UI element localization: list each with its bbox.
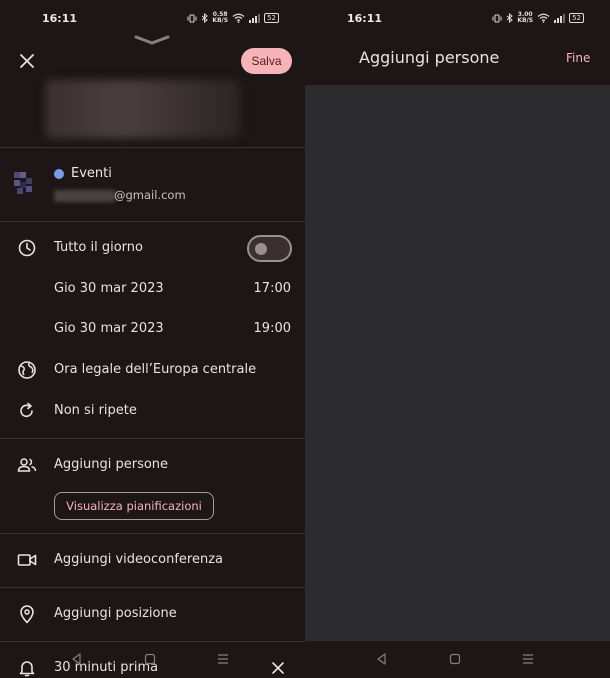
toggle-knob [255, 242, 267, 255]
battery-indicator: 52 [569, 13, 584, 23]
status-time: 16:11 [42, 12, 78, 25]
network-speed: 0.58 KB/S [212, 11, 229, 24]
divider [0, 438, 305, 439]
timezone-row[interactable]: Ora legale dell’Europa centrale [54, 362, 256, 377]
video-call-icon [17, 554, 37, 566]
save-button[interactable]: Salva [241, 48, 292, 74]
repeat-icon [20, 402, 33, 418]
recents-nav-icon[interactable] [521, 652, 535, 666]
divider [0, 587, 305, 588]
status-icons: 3.00 KB/S 52 [492, 12, 584, 24]
people-list-area[interactable] [305, 85, 610, 641]
battery-indicator: 52 [264, 13, 279, 23]
globe-icon [18, 361, 36, 379]
end-date[interactable]: Gio 30 mar 2023 [54, 321, 164, 336]
view-schedules-button[interactable]: Visualizza pianificazioni [54, 492, 214, 520]
drag-handle-icon[interactable] [134, 34, 170, 46]
calendar-name[interactable]: Eventi [71, 166, 112, 181]
people-icon [17, 458, 37, 472]
signal-icon [554, 13, 566, 23]
system-nav-bar [0, 641, 305, 678]
vibrate-icon [187, 14, 197, 22]
wifi-icon [537, 13, 550, 23]
email-blurred [54, 190, 116, 202]
add-people-title: Aggiungi persone [359, 48, 500, 67]
status-bar: 16:11 3.00 KB/S 52 [305, 0, 610, 38]
add-location-row[interactable]: Aggiungi posizione [54, 606, 177, 621]
status-time: 16:11 [347, 12, 383, 25]
add-people-row[interactable]: Aggiungi persone [54, 457, 168, 472]
clock-icon [18, 239, 36, 257]
bluetooth-icon [507, 13, 514, 23]
add-people-panel: 16:11 3.00 KB/S 52 Aggiungi persone Fine [305, 0, 610, 678]
done-button[interactable]: Fine [566, 51, 590, 65]
repeat-row[interactable]: Non si ripete [54, 403, 137, 418]
home-nav-icon[interactable] [143, 652, 157, 666]
event-title-field-blurred[interactable] [45, 80, 240, 138]
end-time[interactable]: 19:00 [254, 321, 291, 336]
divider [0, 147, 305, 148]
calendar-color-dot [54, 169, 64, 179]
all-day-toggle[interactable] [247, 235, 292, 262]
close-icon[interactable] [18, 52, 36, 70]
back-nav-icon[interactable] [70, 652, 84, 666]
start-date[interactable]: Gio 30 mar 2023 [54, 281, 164, 296]
vibrate-icon [492, 14, 502, 22]
network-speed: 3.00 KB/S [517, 11, 534, 24]
status-bar: 16:11 0.58 KB/S 52 [0, 0, 305, 38]
bluetooth-icon [202, 13, 209, 23]
signal-icon [249, 13, 261, 23]
account-avatar [14, 172, 36, 194]
status-icons: 0.58 KB/S 52 [187, 12, 279, 24]
back-nav-icon[interactable] [375, 652, 389, 666]
start-time[interactable]: 17:00 [254, 281, 291, 296]
add-video-row[interactable]: Aggiungi videoconferenza [54, 552, 223, 567]
wifi-icon [232, 13, 245, 23]
all-day-label: Tutto il giorno [54, 240, 143, 255]
divider [0, 221, 305, 222]
account-email: @gmail.com [114, 188, 186, 202]
recents-nav-icon[interactable] [216, 652, 230, 666]
location-pin-icon [20, 605, 34, 624]
system-nav-bar [305, 641, 610, 678]
home-nav-icon[interactable] [448, 652, 462, 666]
event-editor-panel: 16:11 0.58 KB/S 52 Salva Eventi @gmail.co… [0, 0, 305, 678]
divider [0, 533, 305, 534]
